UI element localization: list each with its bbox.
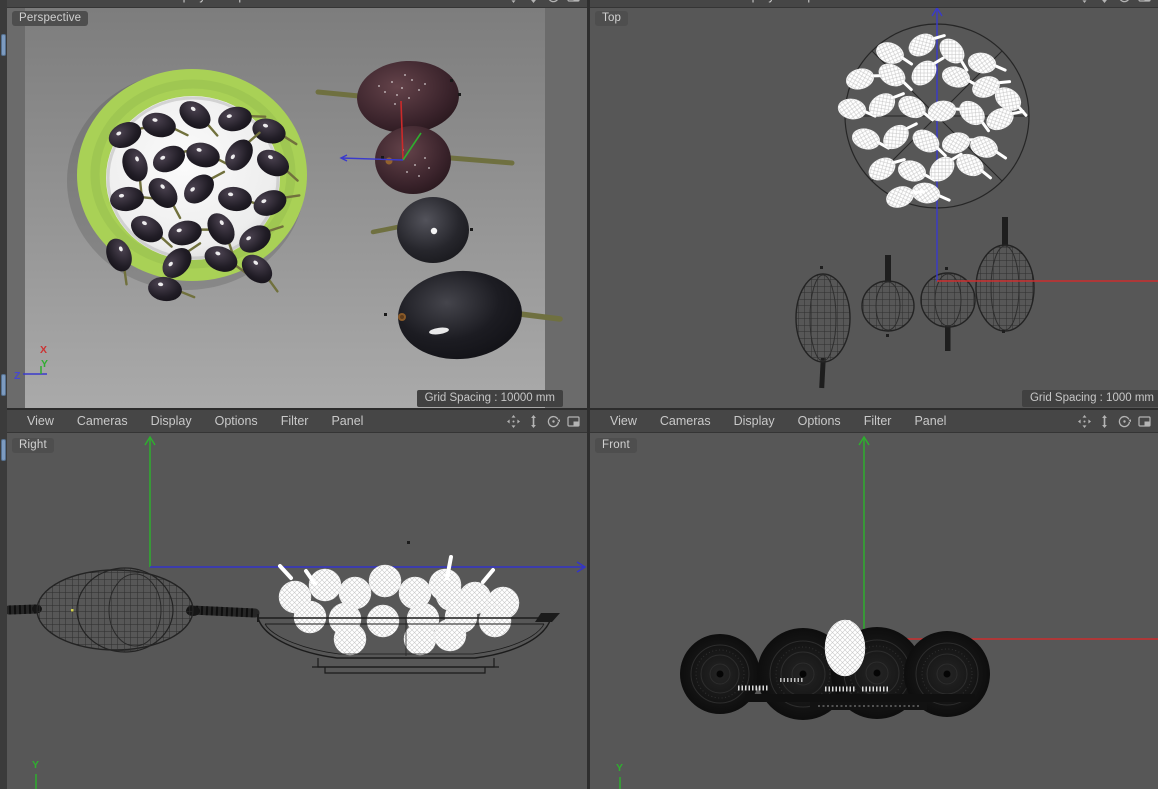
menu-item-panel[interactable]: Panel: [345, 0, 377, 3]
front-canvas[interactable]: Y: [590, 410, 1158, 789]
viewport-front[interactable]: Y View Cameras Display Options Filter Panel F…: [590, 408, 1158, 789]
top-canvas[interactable]: [590, 0, 1158, 408]
menu-item-display[interactable]: Display: [165, 0, 206, 3]
menu-item-panel[interactable]: Panel: [914, 414, 946, 428]
pan-icon[interactable]: [506, 414, 520, 428]
rotate-icon[interactable]: [1117, 414, 1131, 428]
menubar-row: View Cameras Display Options Filter Panel: [590, 410, 1158, 433]
viewport-perspective[interactable]: X Y Z View Cameras Display Options Filter Pan…: [7, 0, 587, 408]
rotate-icon[interactable]: [546, 414, 560, 428]
menu-item-filter[interactable]: Filter: [864, 414, 892, 428]
drag-grip-icon[interactable]: [17, 0, 29, 1]
toggle-layout-icon[interactable]: [1137, 0, 1151, 3]
viewport-label: Front: [595, 438, 637, 453]
axis-y-label: Y: [41, 358, 48, 370]
menu-item-view[interactable]: View: [610, 0, 637, 3]
menu-item-panel[interactable]: Panel: [331, 414, 363, 428]
quad-viewport-app: X Y Z View Cameras Display Options Filter Pan…: [0, 0, 1158, 789]
selected-olive: [368, 564, 402, 598]
front-background: [590, 410, 1158, 789]
viewport-menubar: View Cameras Display Options Filter Panel: [590, 0, 1158, 8]
axis-x-label: X: [40, 344, 47, 356]
clipped-menubar: View Cameras Display Options Filter Panel: [7, 0, 587, 8]
viewport-splitter-vertical[interactable]: [587, 0, 590, 789]
menu-item-filter[interactable]: Filter: [864, 0, 892, 3]
menu-item-filter[interactable]: Filter: [295, 0, 323, 3]
grid-spacing-readout: Grid Spacing : 1000 mm: [1021, 390, 1158, 407]
viewport-top[interactable]: View Cameras Display Options Filter Panel Top…: [590, 0, 1158, 408]
left-palette-rail: [0, 0, 7, 789]
pan-icon[interactable]: [1077, 414, 1091, 428]
menubar-row: View Cameras Display Options Filter Panel: [7, 410, 587, 433]
top-background: [590, 0, 1158, 408]
menu-item-cameras[interactable]: Cameras: [660, 414, 711, 428]
menu-item-view[interactable]: View: [610, 414, 637, 428]
right-canvas[interactable]: Y: [7, 410, 587, 789]
axis-y-label: Y: [616, 762, 623, 774]
axis-z-label: Z: [14, 370, 21, 382]
palette-tab[interactable]: [1, 374, 6, 396]
menu-item-cameras[interactable]: Cameras: [91, 0, 142, 3]
rotate-icon[interactable]: [546, 0, 560, 3]
menu-item-options[interactable]: Options: [215, 414, 258, 428]
menu-item-panel[interactable]: Panel: [914, 0, 946, 3]
pan-icon[interactable]: [1077, 0, 1091, 3]
viewport-label: Right: [12, 438, 54, 453]
palette-tab[interactable]: [1, 34, 6, 56]
dolly-icon[interactable]: [1097, 0, 1111, 3]
menu-item-display[interactable]: Display: [734, 414, 775, 428]
menu-items: View Cameras Display Options Filter Panel: [610, 0, 946, 3]
axis-y-label: Y: [32, 759, 39, 771]
menu-item-cameras[interactable]: Cameras: [77, 414, 128, 428]
toggle-layout-icon[interactable]: [566, 0, 580, 3]
selected-olive: [333, 622, 367, 656]
menu-icons: [506, 414, 582, 428]
rotate-icon[interactable]: [1117, 0, 1131, 3]
grid-spacing-readout: Grid Spacing : 10000 mm: [416, 390, 563, 407]
menu-items: View Cameras Display Options Filter Panel: [27, 414, 363, 428]
menu-item-view[interactable]: View: [27, 414, 54, 428]
selected-olive: [293, 600, 327, 634]
menu-icons: [1077, 0, 1153, 3]
dolly-icon[interactable]: [526, 414, 540, 428]
menu-item-display[interactable]: Display: [734, 0, 775, 3]
palette-tab[interactable]: [1, 439, 6, 461]
viewport-menubar: View Cameras Display Options Filter Panel: [590, 410, 1158, 433]
toggle-layout-icon[interactable]: [1137, 414, 1151, 428]
menu-item-display[interactable]: Display: [151, 414, 192, 428]
perspective-canvas[interactable]: X Y Z: [7, 0, 587, 408]
toggle-layout-icon[interactable]: [566, 414, 580, 428]
menu-item-cameras[interactable]: Cameras: [660, 0, 711, 3]
menu-item-options[interactable]: Options: [798, 414, 841, 428]
viewport-menubar: View Cameras Display Options Filter Panel: [7, 0, 587, 8]
menu-items: View Cameras Display Options Filter Panel: [610, 414, 946, 428]
viewport-label: Top: [595, 11, 629, 26]
pan-icon[interactable]: [506, 0, 520, 3]
selected-olive: [403, 622, 437, 656]
clipped-menubar: View Cameras Display Options Filter Panel: [590, 0, 1158, 8]
selected-olive-front: [824, 619, 866, 677]
menu-item-filter[interactable]: Filter: [281, 414, 309, 428]
selected-olive: [478, 604, 512, 638]
menu-item-view[interactable]: View: [41, 0, 68, 3]
viewport-menubar: View Cameras Display Options Filter Panel: [7, 410, 587, 433]
dolly-icon[interactable]: [1097, 414, 1111, 428]
viewport-right[interactable]: Y View Cameras Display Options Filter Panel R…: [7, 408, 587, 789]
viewport-label: Perspective: [12, 11, 89, 26]
menu-item-options[interactable]: Options: [229, 0, 272, 3]
menu-items: View Cameras Display Options Filter Panel: [41, 0, 377, 3]
menu-item-options[interactable]: Options: [798, 0, 841, 3]
menu-icons: [1077, 414, 1153, 428]
dolly-icon[interactable]: [526, 0, 540, 3]
selected-olive: [366, 604, 400, 638]
menu-icons: [506, 0, 582, 3]
